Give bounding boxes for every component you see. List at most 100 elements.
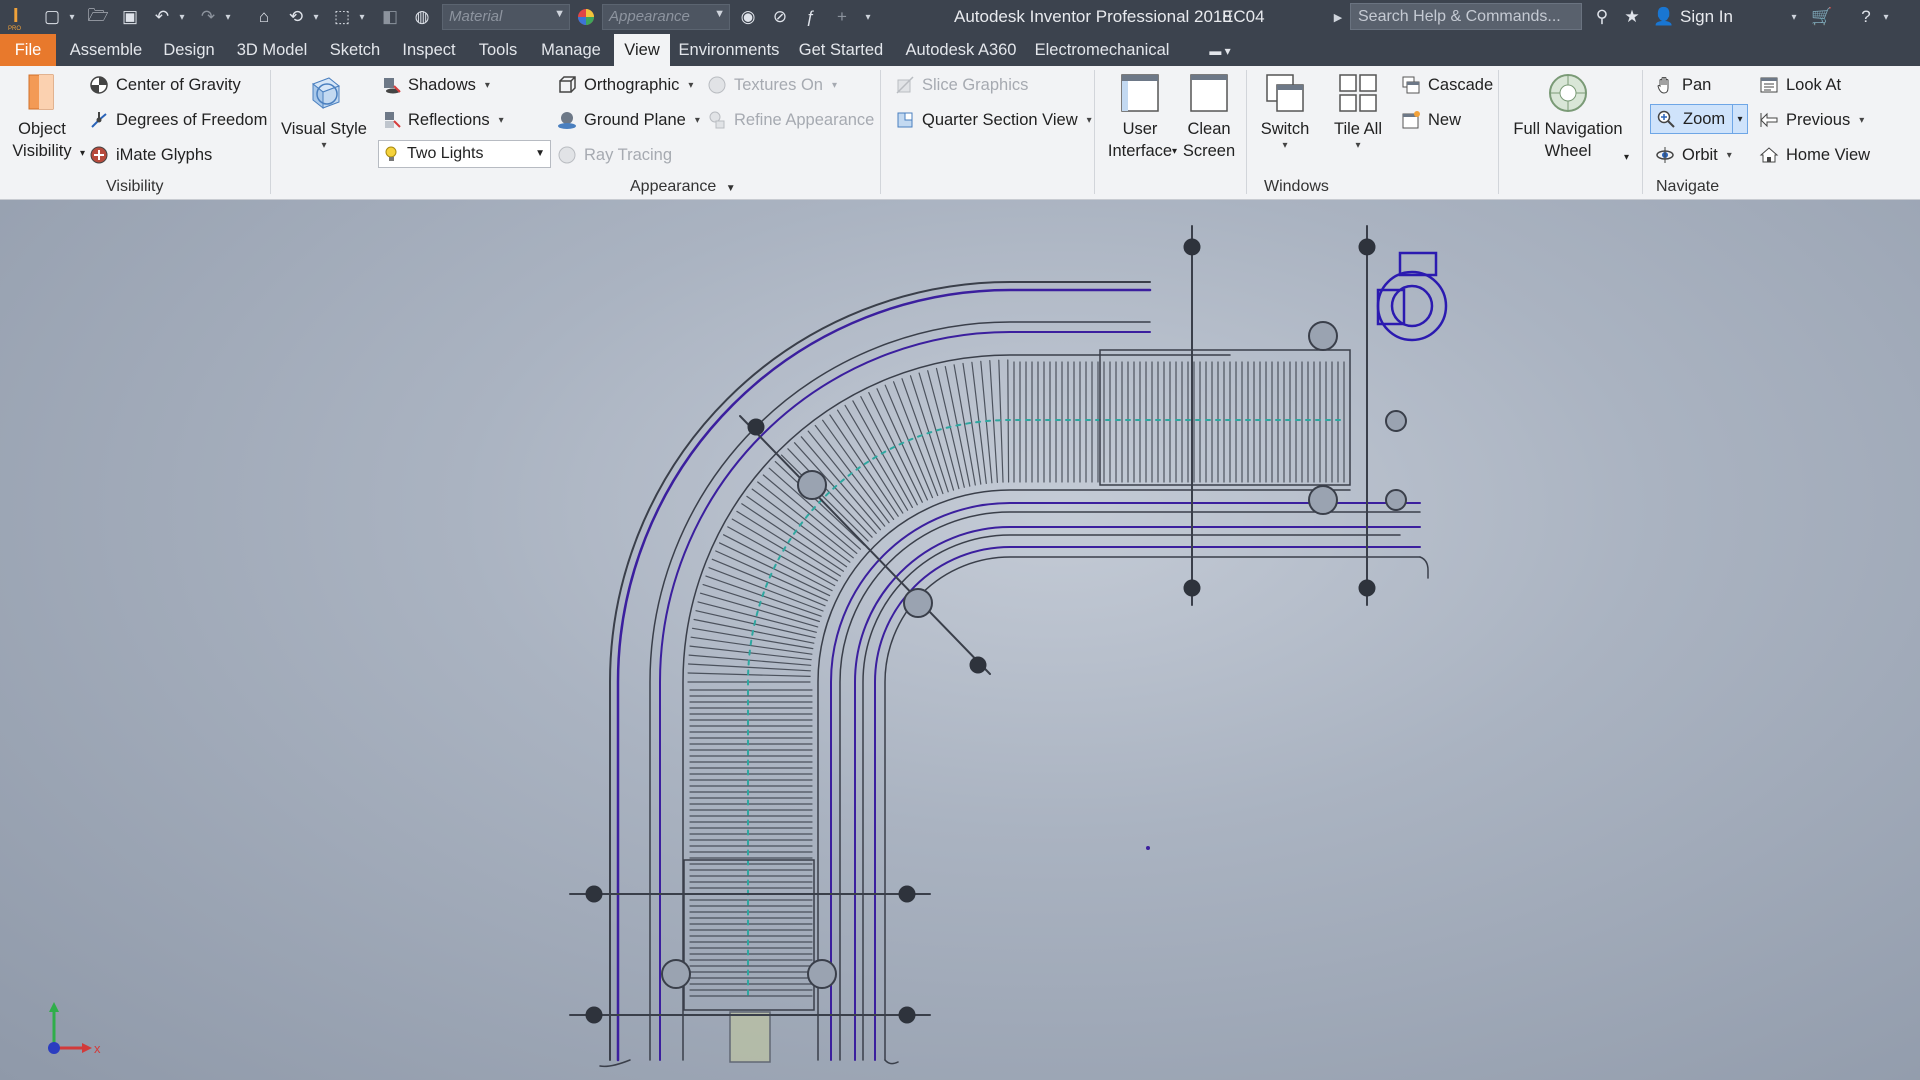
imate-glyphs-icon [88,144,110,166]
panel-separator [270,70,271,194]
sign-in-link[interactable]: Sign In [1680,7,1733,27]
center-of-gravity-icon [88,74,110,96]
help-icon[interactable]: ? [1854,5,1878,29]
select-icon[interactable]: ⬚ [330,5,354,29]
shadows-dropdown-icon: ▾ [484,79,490,91]
open-folder-icon[interactable]: 🗁 [86,5,110,29]
update-icon[interactable]: ⟲ [284,5,308,29]
refine-appearance-label: Refine Appearance [734,110,875,129]
quarter-section-view-button[interactable]: Quarter Section View ▾ [894,105,1092,135]
look-at-icon [1758,74,1780,96]
zoom-dropdown-icon[interactable]: ▾ [1732,104,1748,134]
customize-qat-icon[interactable]: ▾ [862,5,874,29]
tab-file[interactable]: File [0,34,56,66]
previous-view-button[interactable]: Previous ▾ [1758,105,1864,135]
slice-graphics-icon [894,74,916,96]
user-interface-icon [1121,74,1159,112]
parameters-fx-icon[interactable]: ƒ [798,5,822,29]
lighting-style-dropdown[interactable]: Two Lights ▼ [378,140,551,168]
switch-windows-icon [1266,74,1304,112]
redo-dropdown-icon[interactable]: ▾ [222,5,234,29]
z-axis-dot [48,1042,60,1054]
tab-inspect[interactable]: Inspect [396,34,462,66]
tile-all-button[interactable]: Tile All ▾ [1322,72,1394,152]
home-icon[interactable]: ⌂ [252,5,276,29]
undo-icon[interactable]: ↶ [150,5,174,29]
material-combo[interactable]: Material ▼ [442,4,570,30]
center-of-gravity-label: Center of Gravity [116,75,241,94]
orthographic-button[interactable]: Orthographic ▾ [556,70,693,100]
tab-environments[interactable]: Environments [676,34,782,66]
object-visibility-label-1: Object [18,120,66,138]
pan-button[interactable]: Pan [1654,70,1711,100]
inventor-logo-icon[interactable]: I PRO [4,2,32,32]
visual-style-button[interactable]: Visual Style ▾ [280,72,368,152]
degrees-of-freedom-button[interactable]: Degrees of Freedom [88,105,267,135]
measure-icon[interactable]: ◧ [378,5,402,29]
new-file-icon[interactable]: ▢ [40,5,64,29]
panel-separator [1498,70,1499,194]
visibility-panel-label: Visibility [106,178,164,195]
imate-glyphs-button[interactable]: iMate Glyphs [88,140,212,170]
reflections-button[interactable]: Reflections ▾ [380,105,504,135]
appearance-combo[interactable]: Appearance ▼ [602,4,730,30]
tab-get-started[interactable]: Get Started [796,34,886,66]
cart-icon[interactable]: 🛒 [1810,5,1834,29]
drive-motor [1376,251,1448,342]
tab-tools[interactable]: Tools [468,34,528,66]
select-dropdown-icon[interactable]: ▾ [356,5,368,29]
help-dropdown-icon[interactable]: ▾ [1880,5,1892,29]
orbit-button[interactable]: Orbit ▾ [1654,140,1732,170]
tab-view[interactable]: View [614,34,670,66]
save-icon[interactable]: ▣ [118,5,142,29]
sign-in-dropdown-icon[interactable]: ▾ [1788,5,1800,29]
new-dropdown-icon[interactable]: ▾ [66,5,78,29]
previous-view-icon [1758,109,1780,131]
new-window-button[interactable]: New [1400,105,1461,135]
ribbon-options-icon[interactable]: ▬ ▾ [1200,34,1240,66]
navigation-wheel-dropdown-icon[interactable]: ▾ [1624,142,1629,172]
adjust-appearance-icon[interactable]: ◉ [736,5,760,29]
user-icon: 👤 [1653,7,1675,26]
center-of-gravity-button[interactable]: Center of Gravity [88,70,241,100]
ground-plane-button[interactable]: Ground Plane ▾ [556,105,700,135]
ray-tracing-label: Ray Tracing [584,145,673,164]
undo-dropdown-icon[interactable]: ▾ [176,5,188,29]
object-visibility-dropdown-icon[interactable]: ▾ [80,138,85,168]
graphics-viewport[interactable]: x [0,200,1920,1080]
svg-text:I: I [13,5,19,27]
clean-screen-button[interactable]: Clean Screen [1176,72,1242,162]
object-visibility-button[interactable]: Object Visibility [10,72,74,162]
chevron-right-icon[interactable]: ▶ [1332,5,1344,29]
tab-assemble[interactable]: Assemble [64,34,148,66]
home-view-button[interactable]: Home View [1758,140,1870,170]
binoculars-icon[interactable]: ⚲ [1590,5,1614,29]
redo-icon[interactable]: ↷ [196,5,220,29]
color-wheel-icon[interactable]: ◍ [410,5,434,29]
update-dropdown-icon[interactable]: ▾ [310,5,322,29]
conveyor-model-drawing[interactable] [0,200,1920,1080]
tab-3d-model[interactable]: 3D Model [230,34,314,66]
tab-autodesk-a360[interactable]: Autodesk A360 [900,34,1022,66]
search-help-input[interactable]: Search Help & Commands... [1350,3,1582,30]
cascade-button[interactable]: Cascade [1400,70,1493,100]
clear-appearance-icon[interactable]: ⊘ [768,5,792,29]
home-view-icon [1758,144,1780,166]
full-navigation-wheel-button[interactable]: Full Navigation Wheel [1504,72,1632,162]
favorites-star-icon[interactable]: ★ [1620,5,1644,29]
switch-button[interactable]: Switch ▾ [1252,72,1318,152]
textures-on-button: Textures On ▾ [706,70,837,100]
shadows-button[interactable]: Shadows ▾ [380,70,490,100]
quarter-section-dropdown-icon: ▾ [1086,114,1092,126]
tab-sketch[interactable]: Sketch [320,34,390,66]
textures-icon [706,74,728,96]
appearance-panel-label[interactable]: Appearance ▼ [630,178,736,196]
tab-manage[interactable]: Manage [534,34,608,66]
tab-design[interactable]: Design [154,34,224,66]
look-at-button[interactable]: Look At [1758,70,1841,100]
ground-plane-label: Ground Plane [584,110,686,129]
tab-electromechanical[interactable]: Electromechanical [1032,34,1172,66]
add-icon[interactable]: + [830,5,854,29]
refine-appearance-button: Refine Appearance [706,105,874,135]
user-interface-button[interactable]: User Interface [1104,72,1176,162]
